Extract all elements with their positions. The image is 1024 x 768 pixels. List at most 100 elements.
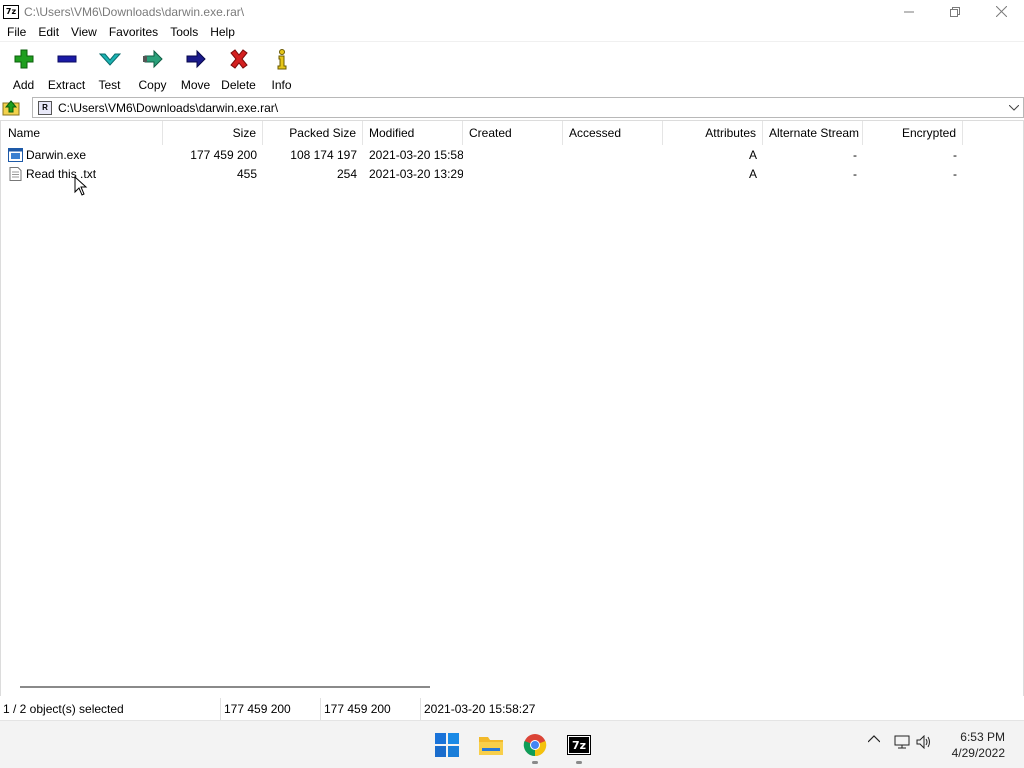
column-accessed[interactable]: Accessed [563,121,663,145]
file-explorer-icon [479,737,503,755]
chrome-icon [523,734,547,757]
file-explorer-button[interactable] [478,733,504,757]
speaker-icon [916,735,930,749]
up-folder-button[interactable] [0,96,22,118]
network-button[interactable] [893,735,911,749]
title-bar: 7z C:\Users\VM6\Downloads\darwin.exe.rar… [0,0,1024,23]
menu-help[interactable]: Help [204,25,241,39]
7zip-taskbar-button[interactable]: 7z [566,733,592,757]
delete-x-icon [229,49,248,69]
file-alternate-stream: - [853,166,857,181]
name-cell: Darwin.exe [2,147,163,162]
window-title: C:\Users\VM6\Downloads\darwin.exe.rar\ [24,4,245,19]
column-alternate-stream[interactable]: Alternate Stream [763,121,863,145]
menu-tools[interactable]: Tools [164,25,204,39]
file-rows: Darwin.exe 177 459 200 108 174 197 2021-… [2,145,1022,183]
address-dropdown-button[interactable] [1007,100,1021,116]
test-label: Test [98,78,121,92]
toolbar: Add Extract Test Copy Move Delete Info [0,44,1024,94]
menu-edit[interactable]: Edit [32,25,65,39]
copy-button[interactable]: Copy [131,44,174,92]
clock-time: 6:53 PM [960,730,1005,744]
minus-icon [57,55,76,63]
close-button[interactable] [978,0,1024,23]
file-list[interactable]: Name Size Packed Size Modified Created A… [0,120,1024,696]
add-button[interactable]: Add [2,44,45,92]
column-modified[interactable]: Modified [363,121,463,145]
chevron-down-icon [1009,105,1019,111]
address-bar[interactable]: R C:\Users\VM6\Downloads\darwin.exe.rar\ [32,97,1024,118]
move-button[interactable]: Move [174,44,217,92]
file-name: Darwin.exe [26,147,87,162]
extract-button[interactable]: Extract [45,44,88,92]
file-packed-size: 254 [336,166,357,181]
checkmark-icon [98,53,121,66]
restore-button[interactable] [932,0,978,23]
copy-label: Copy [138,78,167,92]
network-icon [894,735,910,749]
column-size[interactable]: Size [163,121,263,145]
text-file-icon [9,166,22,181]
table-row[interactable]: Darwin.exe 177 459 200 108 174 197 2021-… [2,145,1022,164]
status-size: 177 459 200 [221,698,321,720]
info-button[interactable]: Info [260,44,303,92]
info-label: Info [271,78,292,92]
column-created[interactable]: Created [463,121,563,145]
clock-date: 4/29/2022 [951,746,1005,760]
file-alternate-stream: - [853,147,857,162]
svg-text:7z: 7z [572,739,586,752]
column-name[interactable]: Name [2,121,163,145]
status-selection: 1 / 2 object(s) selected [0,698,221,720]
move-arrow-icon [186,49,206,69]
column-header: Name Size Packed Size Modified Created A… [2,121,1022,145]
address-row: R C:\Users\VM6\Downloads\darwin.exe.rar\ [0,96,1024,118]
close-icon [995,6,1007,17]
file-modified: 2021-03-20 15:58 [369,147,463,162]
column-attributes[interactable]: Attributes [663,121,763,145]
minimize-button[interactable] [886,0,932,23]
status-bar: 1 / 2 object(s) selected 177 459 200 177… [0,698,1024,720]
menu-favorites[interactable]: Favorites [103,25,164,39]
file-encrypted: - [953,166,957,181]
column-encrypted[interactable]: Encrypted [863,121,963,145]
minimize-icon [904,11,914,12]
exe-icon [8,147,23,162]
show-hidden-icons-button[interactable] [866,735,882,743]
windows-start-button[interactable] [434,733,460,757]
horizontal-scrollbar[interactable] [20,686,430,688]
address-path: C:\Users\VM6\Downloads\darwin.exe.rar\ [58,100,279,115]
move-label: Move [180,78,211,92]
taskbar: 7z 6:53 PM 4/29/2022 [0,720,1024,768]
info-icon [277,49,286,70]
status-modified: 2021-03-20 15:58:27 [424,702,536,716]
table-row[interactable]: Read this .txt 455 254 2021-03-20 13:29 … [2,164,1022,183]
volume-button[interactable] [915,735,933,749]
system-clock[interactable]: 6:53 PM 4/29/2022 [952,729,1005,761]
folder-up-icon [2,100,20,116]
chrome-button[interactable] [522,733,548,757]
column-packed-size[interactable]: Packed Size [263,121,363,145]
window-controls [886,0,1024,23]
extract-label: Extract [47,78,86,92]
test-button[interactable]: Test [88,44,131,92]
menu-view[interactable]: View [65,25,103,39]
7zip-app-icon[interactable]: 7z [3,4,19,19]
mouse-pointer-icon [74,176,88,196]
archive-icon: R [38,100,52,115]
file-attributes: A [748,166,757,181]
plus-icon [14,49,33,69]
copy-arrow-icon [142,49,163,69]
delete-button[interactable]: Delete [217,44,260,92]
restore-icon [950,6,960,17]
file-packed-size: 108 174 197 [290,147,357,162]
menu-bar: File Edit View Favorites Tools Help [0,23,1024,42]
chevron-up-icon [868,735,880,743]
file-size: 455 [236,166,257,181]
menu-file[interactable]: File [0,25,32,39]
delete-label: Delete [221,78,256,92]
7zip-running-indicator [576,761,582,764]
file-size: 177 459 200 [190,147,257,162]
file-modified: 2021-03-20 13:29 [369,166,463,181]
file-encrypted: - [953,147,957,162]
file-attributes: A [748,147,757,162]
